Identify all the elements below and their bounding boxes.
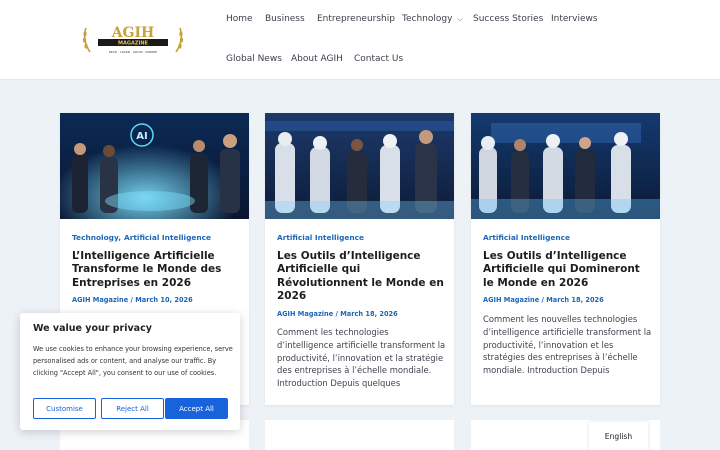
customise-button[interactable]: Customise bbox=[33, 398, 96, 419]
nav-entrepreneurship[interactable]: Entrepreneurship bbox=[317, 14, 395, 24]
post-excerpt: Comment les nouvelles technologies d’int… bbox=[483, 314, 652, 376]
reject-all-button[interactable]: Reject All bbox=[101, 398, 164, 419]
post-title[interactable]: Les Outils d’Intelligence Artificielle q… bbox=[277, 250, 445, 303]
svg-text:READ · LEARN · GROW · INSPIRE: READ · LEARN · GROW · INSPIRE bbox=[109, 50, 157, 54]
robots-lab-image[interactable] bbox=[471, 113, 660, 219]
agih-logo-icon: AGIH MAGAZINE READ · LEARN · GROW · INSP… bbox=[82, 25, 184, 54]
post-card: Artificial Intelligence Les Outils d’Int… bbox=[471, 113, 660, 405]
nav-global-news[interactable]: Global News bbox=[226, 54, 282, 64]
site-logo[interactable]: AGIH MAGAZINE READ · LEARN · GROW · INSP… bbox=[80, 22, 186, 58]
svg-text:MAGAZINE: MAGAZINE bbox=[118, 41, 148, 47]
nav-contact[interactable]: Contact Us bbox=[354, 54, 403, 64]
cookie-title: We value your privacy bbox=[33, 323, 152, 334]
robots-and-people-image[interactable] bbox=[265, 113, 454, 219]
nav-interviews[interactable]: Interviews bbox=[551, 14, 598, 24]
language-switcher[interactable]: English bbox=[589, 422, 648, 450]
post-meta: AGIH Magazine / March 18, 2026 bbox=[483, 296, 604, 304]
post-title[interactable]: L’Intelligence Artificielle Transforme l… bbox=[72, 250, 240, 290]
svg-text:AI: AI bbox=[136, 131, 147, 142]
post-categories: Technology, Artificial Intelligence bbox=[72, 233, 212, 242]
category-link[interactable]: Artificial Intelligence bbox=[277, 233, 364, 242]
language-label: English bbox=[604, 431, 633, 441]
accept-all-button[interactable]: Accept All bbox=[165, 398, 228, 419]
nav-about[interactable]: About AGIH bbox=[291, 54, 343, 64]
site-header: AGIH MAGAZINE READ · LEARN · GROW · INSP… bbox=[0, 0, 720, 80]
post-excerpt: Comment les technologies d’intelligence … bbox=[277, 327, 446, 389]
category-link[interactable]: Technology bbox=[72, 233, 118, 242]
category-link[interactable]: Artificial Intelligence bbox=[483, 233, 570, 242]
nav-success-stories[interactable]: Success Stories bbox=[473, 14, 543, 24]
post-card-next bbox=[265, 420, 454, 450]
post-meta: AGIH Magazine / March 18, 2026 bbox=[277, 310, 398, 318]
post-card: Artificial Intelligence Les Outils d’Int… bbox=[265, 113, 454, 405]
svg-text:AGIH: AGIH bbox=[111, 25, 155, 41]
nav-technology-label: Technology bbox=[402, 14, 453, 24]
post-categories: Artificial Intelligence bbox=[483, 233, 570, 242]
ai-business-team-image[interactable]: AI bbox=[60, 113, 249, 219]
post-categories: Artificial Intelligence bbox=[277, 233, 364, 242]
category-link[interactable]: Artificial Intelligence bbox=[124, 233, 211, 242]
nav-home[interactable]: Home bbox=[226, 14, 253, 24]
nav-business[interactable]: Business bbox=[265, 14, 305, 24]
chevron-down-icon: ⌵ bbox=[457, 15, 463, 23]
post-title[interactable]: Les Outils d’Intelligence Artificielle q… bbox=[483, 250, 651, 290]
nav-technology[interactable]: Technology ⌵ bbox=[402, 14, 463, 24]
cookie-description: We use cookies to enhance your browsing … bbox=[33, 345, 233, 377]
cookie-consent-banner: We value your privacy We use cookies to … bbox=[20, 313, 240, 430]
post-meta: AGIH Magazine / March 10, 2026 bbox=[72, 296, 193, 304]
